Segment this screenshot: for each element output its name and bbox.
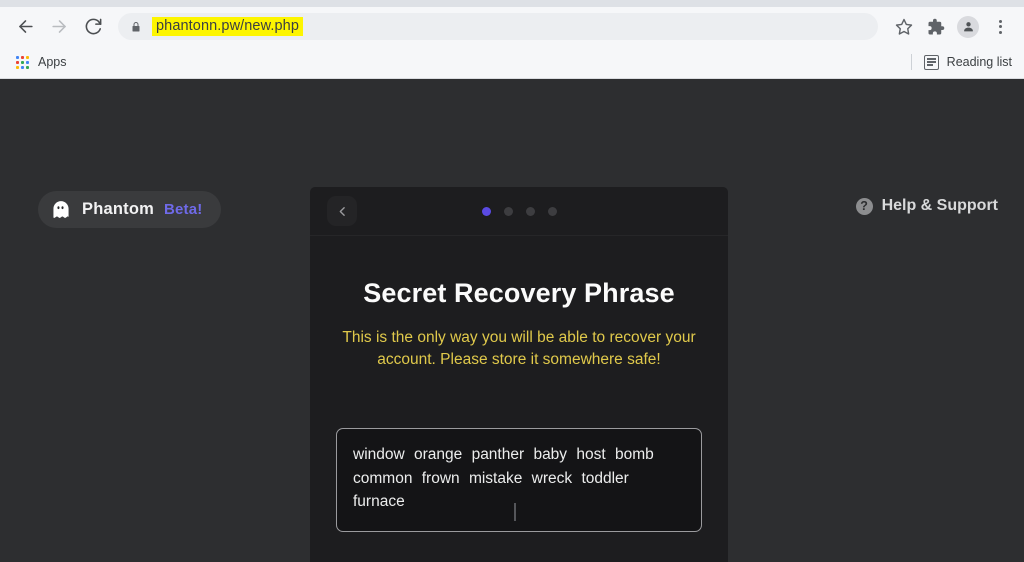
step-dot-1[interactable] bbox=[481, 207, 491, 216]
page-content: Phantom Beta! ? Help & Support Secret Re… bbox=[0, 79, 1024, 562]
beta-tag: Beta! bbox=[163, 201, 203, 218]
lock-icon[interactable] bbox=[130, 20, 142, 34]
apps-label: Apps bbox=[38, 55, 67, 69]
help-and-support-link[interactable]: ? Help & Support bbox=[855, 197, 998, 215]
ghost-icon bbox=[50, 199, 72, 221]
question-circle-icon: ? bbox=[855, 197, 873, 215]
step-dot-4[interactable] bbox=[547, 207, 557, 216]
step-dot-3[interactable] bbox=[525, 207, 535, 216]
three-dots-menu-icon[interactable] bbox=[986, 13, 1014, 41]
modal-body: Secret Recovery Phrase This is the only … bbox=[310, 278, 728, 562]
avatar-icon bbox=[957, 15, 979, 38]
bookmarks-bar: Apps Reading list bbox=[0, 46, 1024, 79]
phantom-brand-badge[interactable]: Phantom Beta! bbox=[38, 191, 221, 228]
warning-text: This is the only way you will be able to… bbox=[342, 329, 696, 368]
seed-phrase-box[interactable]: window orange panther baby host bomb com… bbox=[336, 428, 702, 532]
apps-grid-icon bbox=[16, 55, 29, 69]
reload-button[interactable] bbox=[78, 12, 108, 42]
tab-strip bbox=[0, 0, 1024, 7]
forward-button[interactable] bbox=[44, 12, 74, 42]
reading-list-button[interactable]: Reading list bbox=[910, 54, 1014, 70]
reading-list-icon bbox=[923, 54, 939, 70]
bookmarks-divider bbox=[910, 54, 912, 70]
profile-avatar-button[interactable] bbox=[954, 13, 982, 41]
apps-shortcut[interactable]: Apps bbox=[10, 53, 73, 71]
phantom-wordmark: Phantom bbox=[82, 200, 154, 218]
step-dot-2[interactable] bbox=[503, 207, 513, 216]
back-button[interactable] bbox=[10, 12, 40, 42]
reading-list-label: Reading list bbox=[946, 55, 1012, 69]
step-indicator bbox=[310, 207, 728, 216]
omnibox[interactable]: phantonn.pw/new.php bbox=[118, 13, 878, 40]
help-and-support-label: Help & Support bbox=[881, 197, 998, 214]
seed-phrase-words: window orange panther baby host bomb com… bbox=[353, 446, 654, 511]
star-icon[interactable] bbox=[890, 13, 918, 41]
page-title: Secret Recovery Phrase bbox=[363, 278, 675, 308]
modal-header bbox=[310, 187, 728, 236]
text-cursor bbox=[514, 502, 516, 521]
browser-chrome: phantonn.pw/new.php Apps Reading list bbox=[0, 0, 1024, 79]
puzzle-piece-icon[interactable] bbox=[922, 13, 950, 41]
browser-toolbar: phantonn.pw/new.php bbox=[0, 7, 1024, 46]
address-bar-text[interactable]: phantonn.pw/new.php bbox=[152, 17, 303, 36]
onboarding-modal: Secret Recovery Phrase This is the only … bbox=[310, 187, 728, 562]
